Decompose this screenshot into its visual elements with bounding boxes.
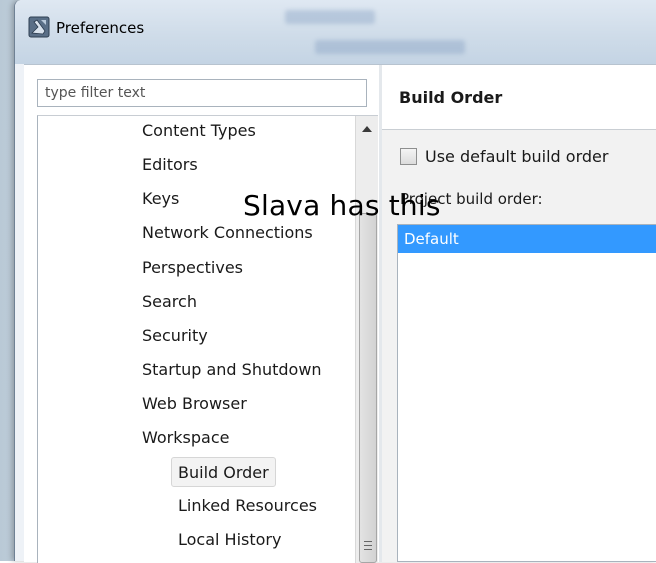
- background-blur: [285, 10, 375, 24]
- grip-line: [364, 541, 372, 542]
- preferences-icon: [28, 16, 50, 38]
- tree-item-search[interactable]: Search: [142, 287, 348, 317]
- window-title: Preferences: [56, 19, 145, 37]
- tree-item-editors[interactable]: Editors: [142, 150, 348, 180]
- navigation-panel: Content Types Editors Keys Network Conne…: [24, 65, 379, 563]
- tree-item-workspace[interactable]: Workspace: [142, 423, 348, 453]
- annotation-overlay: Slava has this: [243, 189, 441, 222]
- use-default-checkbox[interactable]: [400, 148, 417, 165]
- use-default-label[interactable]: Use default build order: [425, 147, 608, 166]
- tree-scrollbar[interactable]: [355, 116, 378, 563]
- background-blur: [315, 40, 465, 54]
- tree-item-build-order[interactable]: Build Order: [171, 457, 276, 487]
- tree-item-linked-resources[interactable]: Linked Resources: [178, 491, 348, 521]
- scroll-up-arrow-icon[interactable]: [362, 126, 372, 132]
- grip-line: [364, 549, 372, 550]
- preferences-window: Preferences Content Types Editors Keys N…: [14, 0, 656, 563]
- filter-input[interactable]: [37, 79, 367, 107]
- tree-item-web-browser[interactable]: Web Browser: [142, 389, 348, 419]
- page-header: Build Order: [382, 65, 656, 130]
- title-bar[interactable]: Preferences: [15, 0, 656, 64]
- page-panel: Build Order Use default build order Proj…: [382, 65, 656, 562]
- scroll-thumb[interactable]: [359, 213, 377, 563]
- tree-item-startup-and-shutdown[interactable]: Startup and Shutdown: [142, 355, 348, 385]
- tree-item-network-connections[interactable]: Network Connections: [142, 218, 348, 248]
- tree-item-perspectives[interactable]: Perspectives: [142, 253, 348, 283]
- project-build-order-list[interactable]: Default: [397, 224, 656, 562]
- tree-item-local-history[interactable]: Local History: [178, 525, 348, 555]
- tree-item-content-types[interactable]: Content Types: [142, 116, 348, 146]
- preference-tree: Content Types Editors Keys Network Conne…: [37, 115, 378, 563]
- dialog-content: Content Types Editors Keys Network Conne…: [24, 64, 656, 563]
- page-title: Build Order: [399, 88, 503, 107]
- grip-line: [364, 545, 372, 546]
- tree-item-security[interactable]: Security: [142, 321, 348, 351]
- list-item[interactable]: Default: [398, 225, 656, 253]
